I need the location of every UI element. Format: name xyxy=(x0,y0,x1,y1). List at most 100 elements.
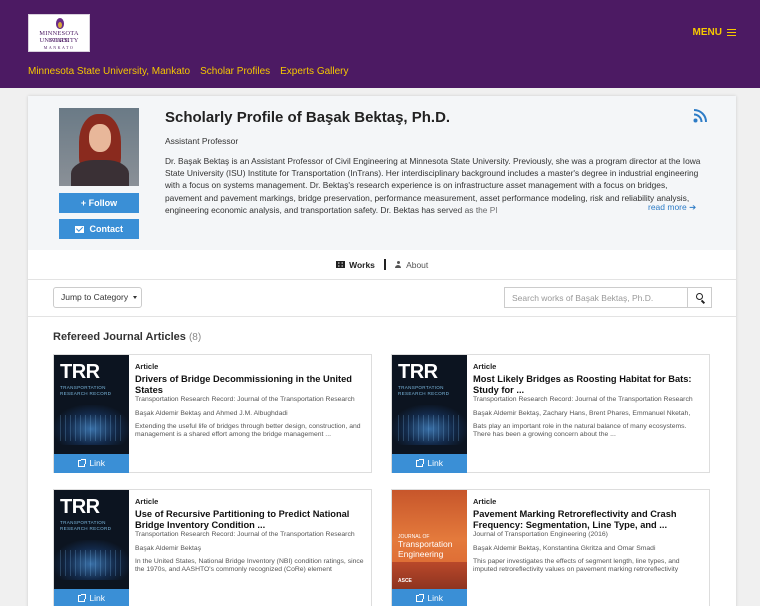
work-type: Article xyxy=(135,497,159,506)
cover-brand: TRR xyxy=(60,496,100,518)
cover-publisher-mark: ASCE xyxy=(398,578,412,584)
rss-icon[interactable] xyxy=(693,109,707,123)
journal-cover: TRR TRANSPORTATION RESEARCH RECORD xyxy=(54,355,129,454)
link-button[interactable]: Link xyxy=(54,589,129,606)
read-more-link[interactable]: read more ➔ xyxy=(648,202,696,213)
tab-about[interactable]: About xyxy=(395,260,428,270)
work-info: Article Pavement Marking Retroreflectivi… xyxy=(473,497,703,605)
breadcrumb-university[interactable]: Minnesota State University, Mankato xyxy=(28,66,190,77)
cover-art xyxy=(392,562,467,589)
arrow-right-icon: ➔ xyxy=(689,202,697,212)
profile-card: + Follow Contact Scholarly Profile of Ba… xyxy=(28,96,736,606)
work-journal: Journal of Transportation Engineering (2… xyxy=(473,531,608,538)
hamburger-icon xyxy=(727,29,736,36)
link-button[interactable]: Link xyxy=(54,454,129,473)
external-link-icon xyxy=(78,593,87,602)
work-journal: Transportation Research Record: Journal … xyxy=(135,396,355,403)
cover-art xyxy=(398,415,461,441)
menu-label: MENU xyxy=(692,27,722,38)
section-title: Refereed Journal Articles xyxy=(53,331,186,343)
tab-about-label: About xyxy=(406,259,429,270)
link-label: Link xyxy=(89,458,105,468)
work-type: Article xyxy=(135,362,159,371)
external-link-icon xyxy=(78,458,87,467)
work-info: Article Drivers of Bridge Decommissionin… xyxy=(135,362,365,470)
work-card: TRR TRANSPORTATION RESEARCH RECORD Link … xyxy=(53,354,372,473)
cover-art xyxy=(60,415,123,441)
profile-tabs: Works About xyxy=(28,259,736,271)
work-title[interactable]: Pavement Marking Retroreflectivity and C… xyxy=(473,509,703,531)
breadcrumb-scholar-profiles[interactable]: Scholar Profiles xyxy=(200,66,270,77)
work-journal: Transportation Research Record: Journal … xyxy=(473,396,693,403)
section-heading: Refereed Journal Articles (8) xyxy=(53,331,201,343)
follow-button[interactable]: + Follow xyxy=(59,193,139,213)
work-authors: Başak Aldemir Bektaş and Ahmed J.M. Albu… xyxy=(135,410,288,417)
search-works-input[interactable] xyxy=(504,287,687,308)
external-link-icon xyxy=(416,458,425,467)
breadcrumb-experts-gallery[interactable]: Experts Gallery xyxy=(280,66,348,77)
profile-role: Assistant Professor xyxy=(165,136,239,146)
work-title[interactable]: Most Likely Bridges as Roosting Habitat … xyxy=(473,374,703,396)
work-authors: Başak Aldemir Bektaş xyxy=(135,545,202,552)
profile-header: + Follow Contact Scholarly Profile of Ba… xyxy=(28,96,736,250)
cover-title: Transportation Engineering xyxy=(398,539,453,559)
cover-subtitle: TRANSPORTATION RESEARCH RECORD xyxy=(60,520,112,531)
work-abstract: Extending the useful life of bridges thr… xyxy=(135,423,361,439)
work-card: TRR TRANSPORTATION RESEARCH RECORD Link … xyxy=(53,489,372,606)
work-abstract: Bats play an important role in the natur… xyxy=(473,423,687,439)
link-label: Link xyxy=(427,593,443,603)
photo-face xyxy=(89,124,111,152)
user-icon xyxy=(395,261,402,269)
journal-cover: TRR TRANSPORTATION RESEARCH RECORD xyxy=(392,355,467,454)
contact-label: Contact xyxy=(89,224,124,234)
cover-subtitle: TRANSPORTATION RESEARCH RECORD xyxy=(398,385,450,396)
work-type: Article xyxy=(473,497,497,506)
menu-button[interactable]: MENU xyxy=(693,27,736,38)
flame-icon xyxy=(56,18,64,29)
tab-works[interactable]: Works xyxy=(335,259,375,270)
cover-brand: TRR xyxy=(398,361,438,383)
work-abstract: This paper investigates the effects of s… xyxy=(473,558,680,574)
photo-body xyxy=(71,160,129,186)
link-label: Link xyxy=(89,593,105,603)
cover-brand: TRR xyxy=(60,361,100,383)
contact-button[interactable]: Contact xyxy=(59,219,139,239)
envelope-icon xyxy=(74,225,84,233)
link-button[interactable]: Link xyxy=(392,589,467,606)
work-abstract: In the United States, National Bridge In… xyxy=(135,558,364,574)
work-authors: Başak Aldemir Bektaş, Zachary Hans, Bren… xyxy=(473,410,691,417)
grid-icon xyxy=(335,261,345,269)
page-title: Scholarly Profile of Başak Bektaş, Ph.D. xyxy=(165,109,451,126)
journal-cover: TRR TRANSPORTATION RESEARCH RECORD xyxy=(54,490,129,589)
caret-down-icon xyxy=(133,296,138,299)
search-icon xyxy=(696,293,703,300)
work-authors: Başak Aldemir Bektaş, Konstantina Gkritz… xyxy=(473,545,656,552)
link-label: Link xyxy=(427,458,443,468)
external-link-icon xyxy=(416,593,425,602)
tab-works-label: Works xyxy=(349,259,375,270)
plus-icon: + xyxy=(80,198,87,208)
divider xyxy=(28,279,736,280)
search-button[interactable] xyxy=(687,287,712,308)
work-card: JOURNAL OF Transportation Engineering AS… xyxy=(391,489,710,606)
cover-art xyxy=(60,550,123,576)
work-journal: Transportation Research Record: Journal … xyxy=(135,531,355,538)
link-button[interactable]: Link xyxy=(392,454,467,473)
profile-photo xyxy=(59,108,139,186)
work-info: Article Use of Recursive Partitioning to… xyxy=(135,497,365,605)
work-info: Article Most Likely Bridges as Roosting … xyxy=(473,362,703,470)
jump-to-category-dropdown[interactable]: Jump to Category xyxy=(53,287,142,308)
work-type: Article xyxy=(473,362,497,371)
journal-cover: JOURNAL OF Transportation Engineering AS… xyxy=(392,490,467,589)
site-header: MINNESOTA STATE UNIVERSITY MANKATO MENU … xyxy=(0,0,760,88)
breadcrumb: Minnesota State University, Mankato Scho… xyxy=(28,66,349,77)
logo-line-3: MANKATO xyxy=(43,45,75,50)
follow-label: Follow xyxy=(88,198,118,208)
work-card: TRR TRANSPORTATION RESEARCH RECORD Link … xyxy=(391,354,710,473)
work-title[interactable]: Use of Recursive Partitioning to Predict… xyxy=(135,509,365,531)
work-title[interactable]: Drivers of Bridge Decommissioning in the… xyxy=(135,374,365,396)
jump-label: Jump to Category xyxy=(61,292,129,302)
cover-subtitle: TRANSPORTATION RESEARCH RECORD xyxy=(60,385,112,396)
university-logo[interactable]: MINNESOTA STATE UNIVERSITY MANKATO xyxy=(28,14,90,52)
tab-separator xyxy=(384,259,386,271)
